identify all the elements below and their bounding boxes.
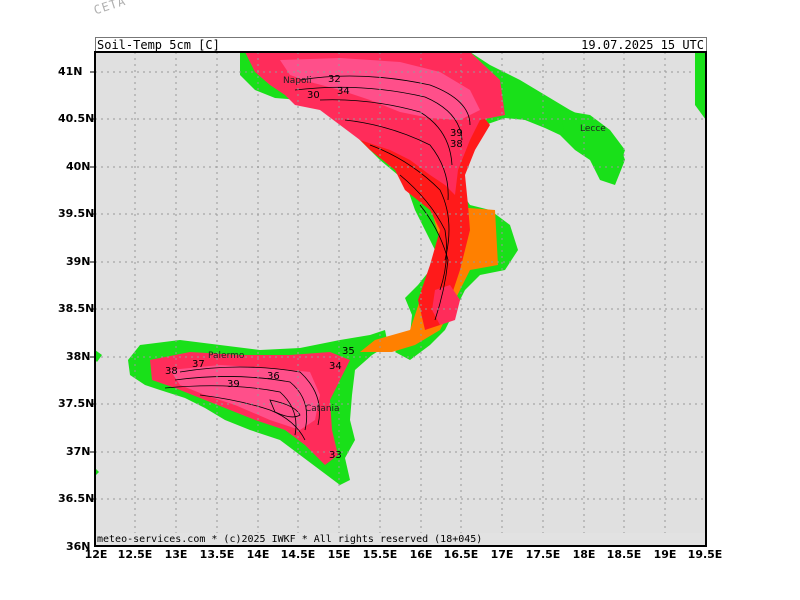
contour-label: 37: [192, 359, 205, 370]
lon-label-19-5e: 19.5E: [687, 548, 723, 561]
contour-label: 30: [307, 90, 320, 101]
lon-label-12-5e: 12.5E: [117, 548, 153, 561]
lat-label-39n: 39N: [66, 255, 91, 268]
lon-label-14-5e: 14.5E: [280, 548, 316, 561]
lat-label-37-5n: 37.5N: [58, 397, 95, 410]
contour-label: 34: [337, 86, 350, 97]
place-lecce: Lecce: [580, 124, 606, 134]
copyright-footer: meteo-services.com * (c)2025 IWKF * All …: [97, 534, 483, 545]
lat-label-37n: 37N: [66, 445, 91, 458]
lon-label-14e: 14E: [246, 548, 270, 561]
lon-label-17e: 17E: [490, 548, 514, 561]
lon-label-18-5e: 18.5E: [606, 548, 642, 561]
lon-label-16-5e: 16.5E: [443, 548, 479, 561]
lon-label-17-5e: 17.5E: [525, 548, 561, 561]
lon-label-15-5e: 15.5E: [362, 548, 398, 561]
contour-label: 38: [165, 366, 178, 377]
lon-label-13-5e: 13.5E: [199, 548, 235, 561]
lon-label-13e: 13E: [164, 548, 188, 561]
lon-label-19e: 19E: [653, 548, 677, 561]
place-catania: Catania: [305, 404, 340, 414]
lat-label-40-5n: 40.5N: [58, 112, 95, 125]
map-canvas: [90, 51, 707, 547]
lon-label-12e: 12E: [84, 548, 108, 561]
contour-label: 35: [342, 346, 355, 357]
lat-label-38-5n: 38.5N: [58, 302, 95, 315]
lon-label-15e: 15E: [327, 548, 351, 561]
contour-label: 39: [450, 128, 463, 139]
place-napoli: Napoli: [283, 76, 312, 86]
contour-label: 33: [329, 450, 342, 461]
lat-label-40n: 40N: [66, 160, 91, 173]
lon-label-18e: 18E: [572, 548, 596, 561]
lat-label-41n: 41N: [58, 65, 83, 78]
contour-label: 32: [328, 74, 341, 85]
lon-label-16e: 16E: [409, 548, 433, 561]
contour-label: 38: [450, 139, 463, 150]
contour-label: 39: [227, 379, 240, 390]
lat-label-36-5n: 36.5N: [58, 492, 95, 505]
contour-label: 34: [329, 361, 342, 372]
contour-label: 36: [267, 371, 280, 382]
lat-label-39-5n: 39.5N: [58, 207, 95, 220]
place-palermo: Palermo: [208, 351, 245, 361]
lat-label-38n: 38N: [66, 350, 91, 363]
